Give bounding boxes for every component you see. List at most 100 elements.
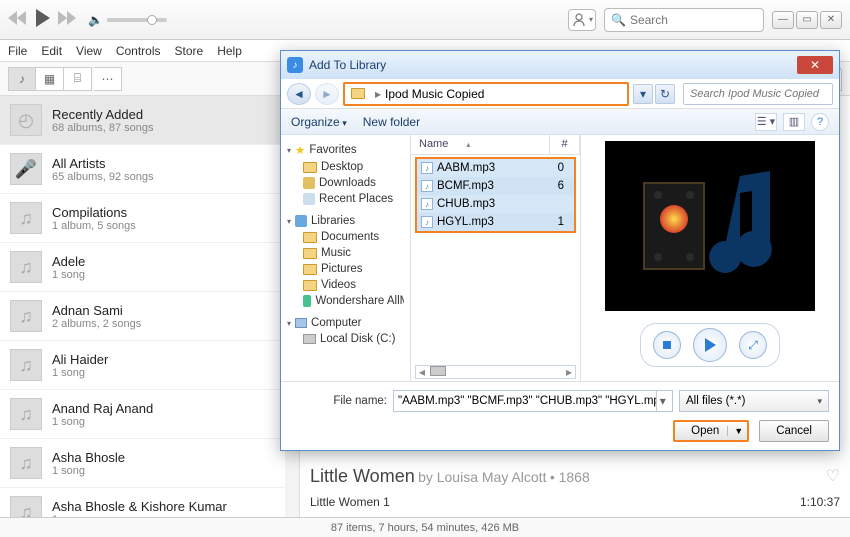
filename-dropdown-icon[interactable]: ▾	[656, 391, 668, 411]
dialog-close-button[interactable]: ✕	[797, 56, 833, 74]
itunes-icon: ♪	[287, 57, 303, 73]
tv-view-icon[interactable]: ⌸	[64, 67, 92, 91]
sidebar-item[interactable]: ♫ Ali Haider 1 song	[0, 341, 299, 390]
preview-expand-button[interactable]: ⤢	[739, 331, 767, 359]
places-icon	[303, 193, 315, 205]
volume-slider[interactable]: 🔈	[88, 13, 167, 27]
book-year: • 1868	[550, 469, 590, 485]
new-folder-button[interactable]: New folder	[363, 115, 420, 129]
computer-icon	[295, 318, 307, 328]
tree-favorites[interactable]: Favorites	[309, 144, 356, 156]
sidebar-item-title: Anand Raj Anand	[52, 401, 153, 416]
book-author: by Louisa May Alcott	[418, 469, 546, 485]
sidebar-item[interactable]: ♫ Anand Raj Anand 1 song	[0, 390, 299, 439]
sidebar-item-sub: 1 album, 5 songs	[52, 220, 136, 232]
minimize-button[interactable]: —	[772, 11, 794, 29]
tree-wondershare[interactable]: Wondershare AllMyTube	[283, 293, 408, 309]
previous-icon[interactable]	[8, 11, 26, 28]
forward-button[interactable]: ►	[315, 83, 339, 105]
window-controls: — ▭ ✕	[772, 11, 842, 29]
menu-file[interactable]: File	[8, 44, 27, 58]
account-button[interactable]: ▾	[568, 9, 596, 31]
view-mode-button[interactable]: ☰ ▾	[755, 113, 777, 131]
tree-pictures[interactable]: Pictures	[283, 261, 408, 277]
artist-thumb: ♫	[10, 300, 42, 332]
preview-pane-button[interactable]: ▥	[783, 113, 805, 131]
preview-play-button[interactable]	[693, 328, 727, 362]
file-row[interactable]: ♪AABM.mp30	[417, 159, 574, 177]
sidebar-item-title: Compilations	[52, 205, 136, 220]
filename-field[interactable]	[398, 395, 656, 407]
maximize-button[interactable]: ▭	[796, 11, 818, 29]
dialog-toolbar: Organize New folder ☰ ▾ ▥ ?	[281, 109, 839, 135]
tree-music[interactable]: Music	[283, 245, 408, 261]
heart-icon[interactable]: ♡	[826, 466, 840, 486]
menu-edit[interactable]: Edit	[41, 44, 62, 58]
sidebar-item-sub: 65 albums, 92 songs	[52, 171, 154, 183]
drive-icon	[303, 334, 316, 344]
sidebar-item-title: Recently Added	[52, 107, 154, 122]
sidebar-item[interactable]: ♫ Asha Bhosle & Kishore Kumar 1 song	[0, 488, 299, 517]
tree-videos[interactable]: Videos	[283, 277, 408, 293]
close-button[interactable]: ✕	[820, 11, 842, 29]
sidebar-item[interactable]: 🎤 All Artists 65 albums, 92 songs	[0, 145, 299, 194]
sidebar-item[interactable]: ♫ Adnan Sami 2 albums, 2 songs	[0, 292, 299, 341]
dialog-footer: File name: ▾ All files (*.*)▾ Open▼ Canc…	[281, 381, 839, 450]
menu-help[interactable]: Help	[217, 44, 242, 58]
sidebar-item-title: Asha Bhosle	[52, 450, 125, 465]
addr-dropdown-button[interactable]: ▾	[633, 84, 653, 104]
file-row[interactable]: ♪HGYL.mp31	[417, 213, 574, 231]
preview-pane: ⤢	[581, 135, 839, 381]
breadcrumb-folder[interactable]: Ipod Music Copied	[385, 87, 484, 101]
music-view-icon[interactable]: ♪	[8, 67, 36, 91]
col-number[interactable]: #	[550, 135, 580, 154]
tree-libraries[interactable]: Libraries	[311, 215, 355, 227]
dialog-search[interactable]	[683, 83, 833, 105]
back-button[interactable]: ◄	[287, 83, 311, 105]
menu-view[interactable]: View	[76, 44, 102, 58]
file-row[interactable]: ♪BCMF.mp36	[417, 177, 574, 195]
help-button[interactable]: ?	[811, 113, 829, 131]
volume-icon: 🔈	[88, 13, 103, 27]
menu-controls[interactable]: Controls	[116, 44, 161, 58]
col-name[interactable]: Name▴	[411, 135, 550, 154]
mp3-icon: ♪	[421, 216, 433, 228]
sidebar-item-title: Ali Haider	[52, 352, 108, 367]
track-time: 1:10:37	[800, 495, 840, 509]
sidebar-item[interactable]: ♫ Asha Bhosle 1 song	[0, 439, 299, 488]
filename-label: File name:	[291, 395, 387, 407]
search-input[interactable]: 🔍	[604, 8, 764, 32]
tree-documents[interactable]: Documents	[283, 229, 408, 245]
tree-desktop[interactable]: Desktop	[283, 159, 408, 175]
sidebar-item-sub: 1 song	[52, 269, 85, 281]
more-view-icon[interactable]: ⋯	[94, 67, 122, 91]
sidebar-item[interactable]: ◴ Recently Added 68 albums, 87 songs	[0, 96, 299, 145]
tree-localdisk[interactable]: Local Disk (C:)	[283, 331, 408, 347]
cancel-button[interactable]: Cancel	[759, 420, 829, 442]
search-field[interactable]	[630, 13, 757, 27]
filetype-select[interactable]: All files (*.*)▾	[679, 390, 829, 412]
preview-stop-button[interactable]	[653, 331, 681, 359]
play-icon[interactable]	[30, 6, 54, 33]
dialog-search-input[interactable]	[690, 88, 826, 100]
tree-recent[interactable]: Recent Places	[283, 191, 408, 207]
sidebar-item[interactable]: ♫ Compilations 1 album, 5 songs	[0, 194, 299, 243]
dialog-nav: ◄ ► ▸ Ipod Music Copied ▾ ↻	[281, 79, 839, 109]
file-list: ♪AABM.mp30♪BCMF.mp36♪CHUB.mp3♪HGYL.mp31	[415, 157, 576, 233]
horizontal-scrollbar[interactable]: ◂ ▸	[415, 365, 576, 379]
organize-button[interactable]: Organize	[291, 115, 347, 129]
tree-downloads[interactable]: Downloads	[283, 175, 408, 191]
folder-icon	[303, 248, 317, 259]
menu-store[interactable]: Store	[175, 44, 204, 58]
filename-input[interactable]: ▾	[393, 390, 673, 412]
movies-view-icon[interactable]: ▦	[36, 67, 64, 91]
file-list-pane: Name▴ # ♪AABM.mp30♪BCMF.mp36♪CHUB.mp3♪HG…	[411, 135, 581, 381]
sidebar-item[interactable]: ♫ Adele 1 song	[0, 243, 299, 292]
address-bar[interactable]: ▸ Ipod Music Copied	[343, 82, 629, 106]
file-row[interactable]: ♪CHUB.mp3	[417, 195, 574, 213]
next-icon[interactable]	[58, 11, 76, 28]
refresh-button[interactable]: ↻	[655, 84, 675, 104]
tree-computer[interactable]: Computer	[311, 317, 362, 329]
book-title: Little Women	[310, 466, 415, 486]
open-button[interactable]: Open▼	[673, 420, 749, 442]
